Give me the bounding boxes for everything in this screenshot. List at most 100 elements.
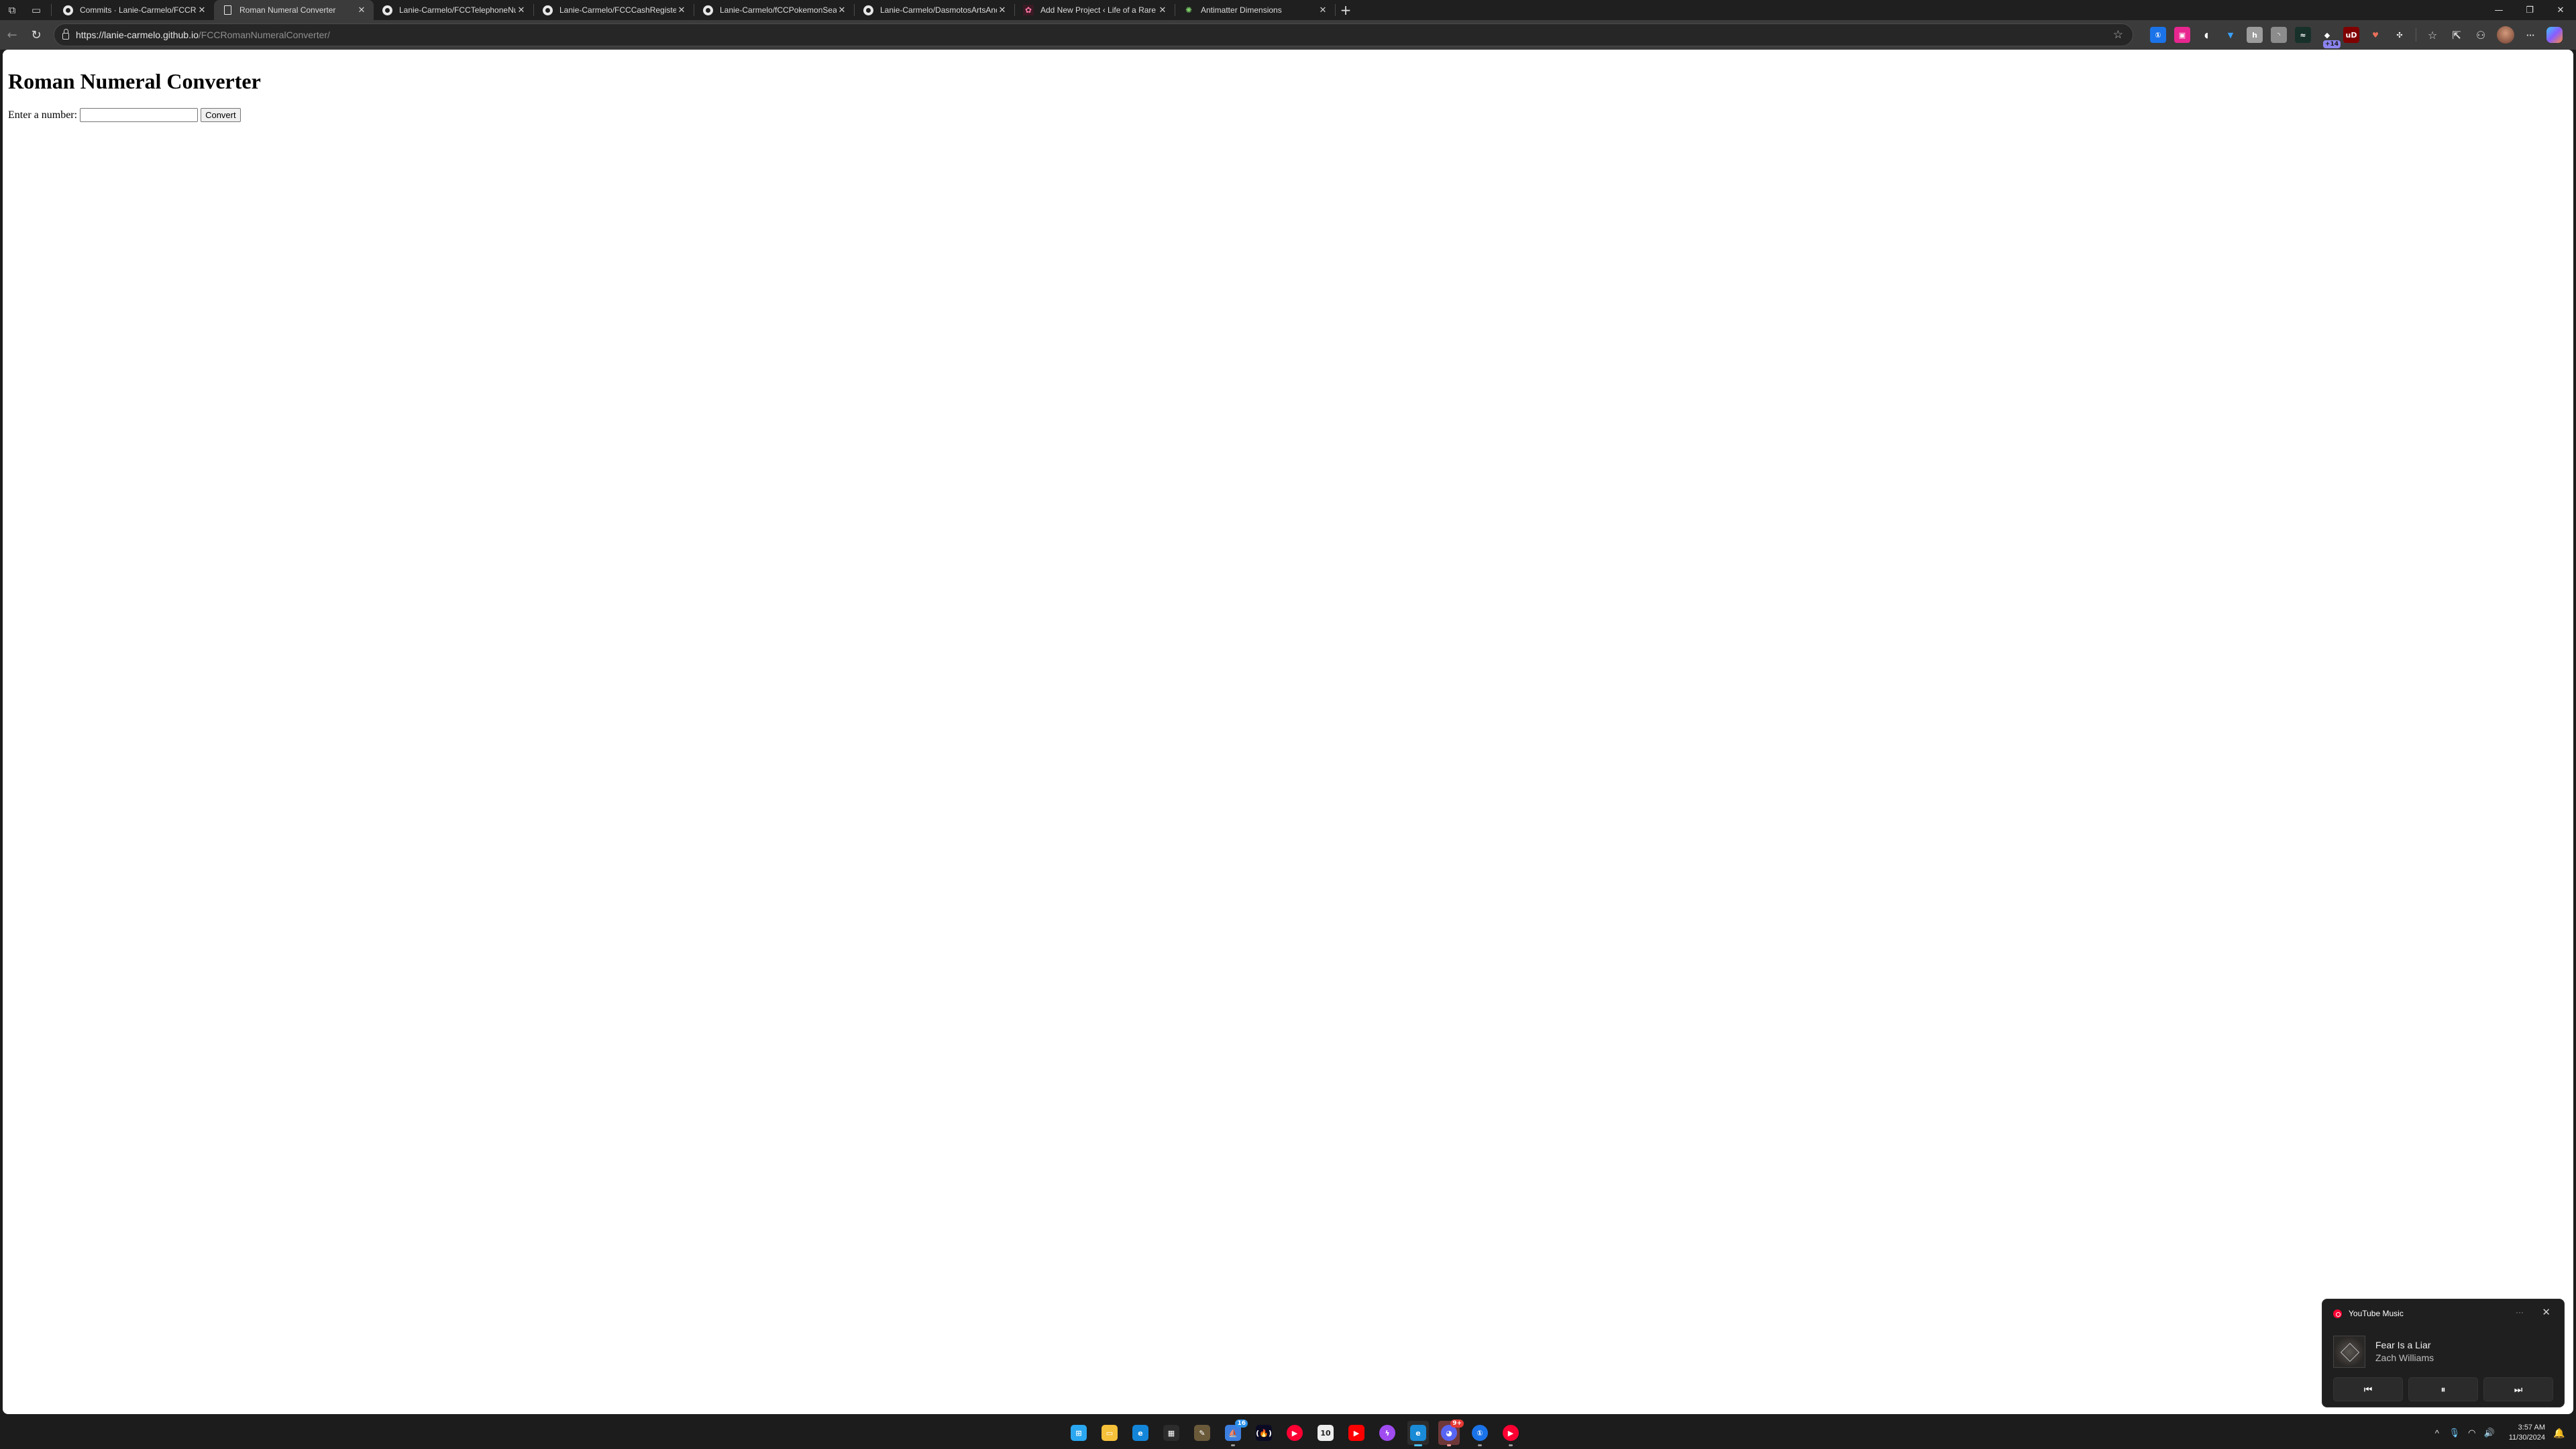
taskbar-sketch-app[interactable]: 10 (1315, 1421, 1336, 1445)
more-options-button[interactable]: ··· (2516, 1307, 2524, 1317)
url-path: /FCCRomanNumeralConverter/ (198, 30, 330, 40)
taskbar-start[interactable]: ⊞ (1068, 1421, 1089, 1445)
1password-icon[interactable]: ① (2150, 27, 2166, 43)
show-hidden-icons-button[interactable]: ^ (2428, 1428, 2446, 1438)
tab[interactable]: Lanie-Carmelo/fCCPokemonSear ✕ (694, 0, 854, 20)
clock[interactable]: 3:57 AM 11/30/2024 (2509, 1423, 2545, 1443)
file-manager-icon: ✎ (1194, 1425, 1210, 1441)
wifi-icon[interactable]: ◠ (2463, 1428, 2481, 1438)
s-extension-icon[interactable]: ≈ (2295, 27, 2311, 43)
ublock-origin-icon[interactable]: uD (2343, 27, 2359, 43)
vertical-tabs-icon[interactable]: ▭ (24, 0, 48, 20)
youtube-music-2-icon: ▶ (1503, 1425, 1519, 1441)
taskbar-youtube[interactable]: ▶ (1346, 1421, 1367, 1445)
taskbar-file-manager[interactable]: ✎ (1191, 1421, 1213, 1445)
taskbar-file-explorer[interactable]: ▭ (1099, 1421, 1120, 1445)
extension-glyph: uD (2345, 30, 2357, 40)
taskbar-edge-beta[interactable]: e (1407, 1421, 1429, 1446)
pause-button[interactable]: ⏸ (2408, 1377, 2478, 1401)
extension-glyph: ≈ (2300, 30, 2306, 40)
taskbar-messenger[interactable]: ϟ (1377, 1421, 1398, 1445)
taskbar-discord[interactable]: ◕ 9+ (1438, 1419, 1464, 1446)
tab-close-button[interactable]: ✕ (837, 5, 847, 15)
window-controls: — ❐ ✕ (2483, 0, 2576, 20)
system-tray: ^ 🎙 ◠ 🔊 3:57 AM 11/30/2024 🔔 (2428, 1417, 2576, 1449)
clock-date: 11/30/2024 (2508, 1434, 2545, 1442)
microphone-icon[interactable]: 🎙 (2446, 1428, 2463, 1438)
media-controls: ⏮ ⏸ ⏭ (2333, 1377, 2553, 1401)
tab-close-button[interactable]: ✕ (516, 5, 527, 15)
volume-icon[interactable]: 🔊 (2481, 1428, 2498, 1438)
start-icon: ⊞ (1071, 1425, 1087, 1441)
tab-close-button[interactable]: ✕ (1157, 5, 1168, 15)
favorite-star-icon[interactable]: ☆ (2113, 28, 2123, 42)
lock-icon[interactable] (62, 29, 69, 40)
browser-toolbar: ← ↻ https://lanie-carmelo.github.io/FCCR… (0, 20, 2576, 50)
tab-close-button[interactable]: ✕ (197, 5, 207, 15)
tab[interactable]: Commits · Lanie-Carmelo/FCCRo ✕ (54, 0, 214, 20)
previous-track-button[interactable]: ⏮ (2333, 1377, 2403, 1401)
github-icon (863, 5, 873, 15)
convert-button[interactable]: Convert (201, 108, 241, 122)
rss-extension-icon[interactable]: ◝ (2271, 27, 2287, 43)
workspaces-icon[interactable]: ⧉ (0, 0, 24, 20)
tab-strip: ⧉ ▭ Commits · Lanie-Carmelo/FCCRo ✕ Roman … (0, 0, 2576, 20)
tab-list: Commits · Lanie-Carmelo/FCCRo ✕ Roman Nume… (54, 0, 1336, 20)
tab[interactable]: ✿ Add New Project ‹ Life of a Rare B ✕ (1015, 0, 1175, 20)
back-button[interactable]: ← (0, 23, 24, 47)
next-track-button[interactable]: ⏭ (2483, 1377, 2553, 1401)
chat-extension-icon[interactable]: ◖ (2198, 27, 2214, 43)
tab[interactable]: Lanie-Carmelo/FCCTelephoneNu ✕ (374, 0, 533, 20)
tab-active[interactable]: Roman Numeral Converter ✕ (214, 0, 374, 20)
notification-bell-icon[interactable]: 🔔 (2553, 1428, 2568, 1439)
new-tab-button[interactable]: + (1336, 0, 1356, 20)
pink-extension-icon[interactable]: ▣ (2174, 27, 2190, 43)
antimatter-icon: ✺ (1185, 5, 1193, 15)
notification-badge: 9+ (1450, 1419, 1464, 1428)
multi-extension-icon[interactable]: ◆ +14 (2319, 27, 2341, 48)
taskbar-1password[interactable]: ① (1469, 1421, 1491, 1446)
github-icon (382, 5, 392, 15)
extensions-puzzle-icon[interactable]: ✣ (2392, 27, 2408, 43)
minimize-button[interactable]: — (2483, 0, 2514, 20)
address-bar[interactable]: https://lanie-carmelo.github.io/FCCRoman… (54, 23, 2133, 46)
taskbar-freecodecamp[interactable]: (🔥) (1253, 1421, 1275, 1445)
url-text[interactable]: https://lanie-carmelo.github.io/FCCRoman… (76, 30, 330, 40)
tab[interactable]: Lanie-Carmelo/FCCCashRegister ✕ (534, 0, 694, 20)
taskbar-edge[interactable]: e (1130, 1421, 1151, 1445)
notification-badge: 16 (1235, 1419, 1248, 1428)
gem-extension-icon[interactable]: ▼ (2222, 27, 2239, 43)
tab-title: Lanie-Carmelo/DasmotosArtsAnd (880, 5, 997, 15)
tab-title: Add New Project ‹ Life of a Rare B (1040, 5, 1157, 15)
heart-extension-icon[interactable]: ♥ (2367, 27, 2383, 43)
copilot-icon[interactable] (2546, 27, 2563, 43)
taskbar-microsoft-store[interactable]: ▦ (1161, 1421, 1182, 1445)
close-window-button[interactable]: ✕ (2545, 0, 2576, 20)
tab-close-button[interactable]: ✕ (676, 5, 687, 15)
profile-avatar[interactable] (2497, 26, 2514, 44)
tab-title: Antimatter Dimensions (1201, 5, 1282, 15)
tab-close-button[interactable]: ✕ (997, 5, 1008, 15)
github-icon (62, 5, 73, 15)
previous-icon: ⏮ (2363, 1383, 2373, 1395)
number-input[interactable] (80, 108, 199, 122)
settings-menu-button[interactable]: ··· (2522, 27, 2538, 43)
tab-close-button[interactable]: ✕ (356, 5, 367, 15)
h-extension-icon[interactable]: h (2247, 27, 2263, 43)
taskbar-youtube-music-2[interactable]: ▶ (1500, 1421, 1521, 1446)
taskbar-sailboat-app[interactable]: ⛵ 16 (1222, 1419, 1248, 1446)
share-icon[interactable]: ⇱ (2449, 27, 2465, 43)
close-media-button[interactable]: ✕ (2542, 1306, 2551, 1318)
youtube-music-icon (2333, 1309, 2342, 1318)
track-artist: Zach Williams (2375, 1352, 2434, 1363)
tab-close-button[interactable]: ✕ (1318, 5, 1328, 15)
feedback-icon[interactable]: ⚇ (2473, 27, 2489, 43)
extensions-bar: ① ▣ ◖ ▼ h ◝ ≈ ◆ +14 uD ♥ ✣ ☆ ⇱ ⚇ ··· (2150, 24, 2563, 48)
reload-button[interactable]: ↻ (24, 23, 48, 47)
tab[interactable]: ✺ Antimatter Dimensions ✕ (1175, 0, 1335, 20)
tab[interactable]: Lanie-Carmelo/DasmotosArtsAnd ✕ (855, 0, 1014, 20)
next-icon: ⏭ (2514, 1383, 2523, 1395)
favorites-icon[interactable]: ☆ (2424, 27, 2440, 43)
restore-button[interactable]: ❐ (2514, 0, 2545, 20)
taskbar-youtube-music[interactable]: ▶ (1284, 1421, 1305, 1445)
